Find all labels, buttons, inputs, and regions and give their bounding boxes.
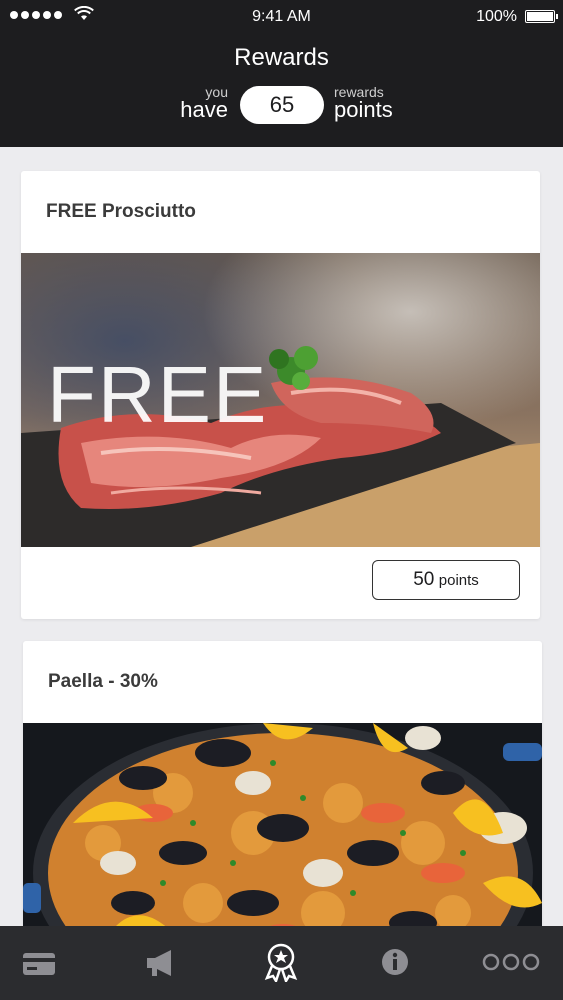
redeem-points-button[interactable]: 50 points	[372, 560, 520, 600]
info-icon[interactable]	[380, 942, 410, 982]
rewards-header: Rewards you have 65 rewards points	[0, 34, 563, 147]
bottom-tab-bar	[0, 926, 563, 1000]
status-bar: 9:41 AM 100%	[0, 0, 563, 34]
badge-icon[interactable]	[263, 942, 299, 982]
reward-title: Paella - 30%	[48, 671, 158, 692]
battery-percentage: 100%	[476, 8, 517, 25]
more-icon[interactable]	[482, 942, 542, 982]
page-title: Rewards	[234, 44, 329, 71]
points-label: points	[334, 97, 393, 122]
points-balance: 65	[240, 86, 324, 124]
battery-icon	[525, 10, 558, 23]
points-cost-value: 50	[413, 569, 435, 590]
megaphone-icon[interactable]	[143, 942, 177, 982]
card-icon[interactable]	[22, 942, 56, 982]
have-label: have	[180, 97, 228, 122]
free-overlay-text: FREE	[47, 350, 269, 439]
reward-card-prosciutto[interactable]: FREE Prosciutto FREE 50 points	[21, 171, 540, 619]
points-cost-unit: points	[438, 572, 479, 589]
points-summary: you have 65 rewards points	[0, 82, 563, 126]
reward-card-paella[interactable]: Paella - 30%	[23, 641, 542, 963]
reward-title: FREE Prosciutto	[46, 201, 196, 222]
prosciutto-image: FREE	[21, 253, 540, 547]
